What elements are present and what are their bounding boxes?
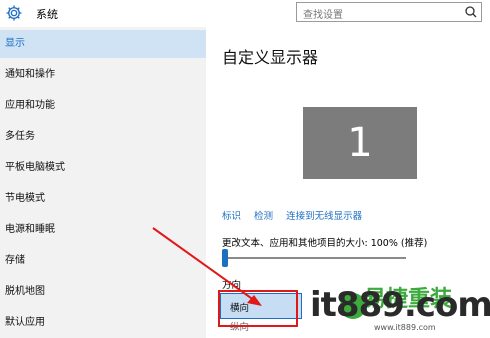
watermark-brand: it889.com xyxy=(310,285,490,325)
watermark-url: www.it889.com xyxy=(374,323,436,332)
watermark-tld: .com xyxy=(403,285,490,325)
watermark: 易捷重装 it889.com www.it889.com xyxy=(310,281,490,335)
watermark-brand-name: it889 xyxy=(310,285,405,325)
